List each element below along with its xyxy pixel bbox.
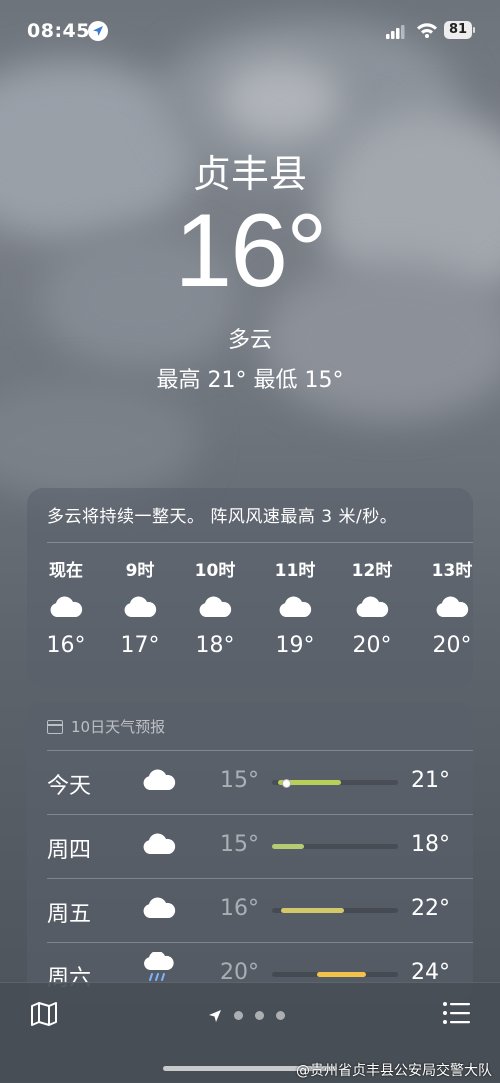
hour-item: 9时 17° xyxy=(108,556,172,658)
divider xyxy=(47,878,473,879)
divider xyxy=(47,814,473,815)
hour-label: 9时 xyxy=(125,561,155,581)
day-low-temperature: 15° xyxy=(220,832,259,857)
map-icon[interactable] xyxy=(30,1001,58,1031)
temperature-range-fill xyxy=(317,972,367,977)
current-temperature-dot xyxy=(282,779,292,788)
cloud-icon xyxy=(277,595,313,619)
day-name: 今天 xyxy=(47,774,92,799)
status-time: 08:45 xyxy=(27,20,90,42)
day-name: 周五 xyxy=(47,902,92,927)
cellular-signal-icon xyxy=(386,24,406,43)
hour-label: 现在 xyxy=(49,561,83,581)
current-condition: 多云 xyxy=(227,328,272,353)
rain-cloud-icon xyxy=(141,950,177,982)
location-arrow-icon xyxy=(88,21,108,41)
temperature-range-fill xyxy=(280,908,344,913)
watermark-text: @贵州省贞丰县公安局交警大队 xyxy=(296,1063,492,1079)
hour-label: 11时 xyxy=(274,561,316,581)
page-dot[interactable] xyxy=(234,1011,243,1020)
day-low-temperature: 16° xyxy=(220,896,259,921)
hour-label: 13时 xyxy=(431,561,473,581)
list-icon[interactable] xyxy=(442,1001,472,1029)
forecast-summary: 多云将持续一整天。 阵风风速最高 3 米/秒。 xyxy=(47,507,398,527)
high-low-temperature: 最高 21° 最低 15° xyxy=(156,368,344,393)
daily-row[interactable]: 今天 15° 21° xyxy=(27,750,473,814)
day-name: 周四 xyxy=(47,838,92,863)
hour-label: 10时 xyxy=(194,561,236,581)
daily-row[interactable]: 周四 15° 18° xyxy=(27,814,473,878)
city-name: 贞丰县 xyxy=(192,152,307,196)
hour-label: 12时 xyxy=(351,561,393,581)
current-temperature: 16° xyxy=(174,193,327,309)
cloud-icon xyxy=(434,595,470,619)
hour-temperature: 19° xyxy=(275,633,315,658)
day-high-temperature: 21° xyxy=(411,768,450,793)
cloud-icon xyxy=(141,832,177,862)
cloud-icon xyxy=(48,595,84,619)
hour-item: 11时 19° xyxy=(263,556,327,658)
temperature-range-bar xyxy=(272,908,398,913)
wifi-icon xyxy=(416,22,438,42)
hour-item: 10时 18° xyxy=(183,556,247,658)
ten-day-title: 10日天气预报 xyxy=(71,718,166,736)
divider xyxy=(47,942,473,943)
status-bar: 08:45 81 xyxy=(0,18,500,48)
day-high-temperature: 22° xyxy=(411,896,450,921)
hour-temperature: 18° xyxy=(195,633,235,658)
hour-item: 13时 20° xyxy=(420,556,484,658)
cloud-icon xyxy=(122,595,158,619)
temperature-range-bar xyxy=(272,844,398,849)
hour-temperature: 20° xyxy=(432,633,472,658)
hour-temperature: 17° xyxy=(120,633,160,658)
temperature-range-bar xyxy=(272,972,398,977)
location-page-icon xyxy=(209,1009,221,1022)
cloud-icon xyxy=(141,896,177,926)
day-low-temperature: 15° xyxy=(220,768,259,793)
page-dot[interactable] xyxy=(255,1011,264,1020)
battery-indicator: 81 xyxy=(444,21,475,39)
divider xyxy=(47,542,473,543)
page-indicator[interactable] xyxy=(208,1005,285,1024)
temperature-range-fill xyxy=(272,844,304,849)
hourly-list[interactable]: 现在 16° 9时 17° 10时 18° 11时 19° 12时 20° 13时 20° xyxy=(27,556,473,676)
cloud-icon xyxy=(141,768,177,798)
divider xyxy=(47,750,473,751)
hour-item: 12时 20° xyxy=(340,556,404,658)
cloud-icon xyxy=(354,595,390,619)
ten-day-forecast-card[interactable]: 10日天气预报 今天 15° 21° 周四 15° 18° 周五 16° 22° 周六 20° 24° xyxy=(27,702,473,1002)
day-high-temperature: 18° xyxy=(411,832,450,857)
ten-day-header: 10日天气预报 xyxy=(47,716,165,737)
hour-temperature: 16° xyxy=(46,633,86,658)
hour-temperature: 20° xyxy=(352,633,392,658)
daily-row[interactable]: 周五 16° 22° xyxy=(27,878,473,942)
hour-item: 现在 16° xyxy=(34,556,98,658)
page-dot[interactable] xyxy=(276,1011,285,1020)
temperature-range-bar xyxy=(272,779,398,788)
cloud-icon xyxy=(197,595,233,619)
calendar-icon xyxy=(47,720,63,734)
hourly-forecast-card[interactable]: 多云将持续一整天。 阵风风速最高 3 米/秒。 现在 16° 9时 17° 10时 18°… xyxy=(27,488,473,688)
